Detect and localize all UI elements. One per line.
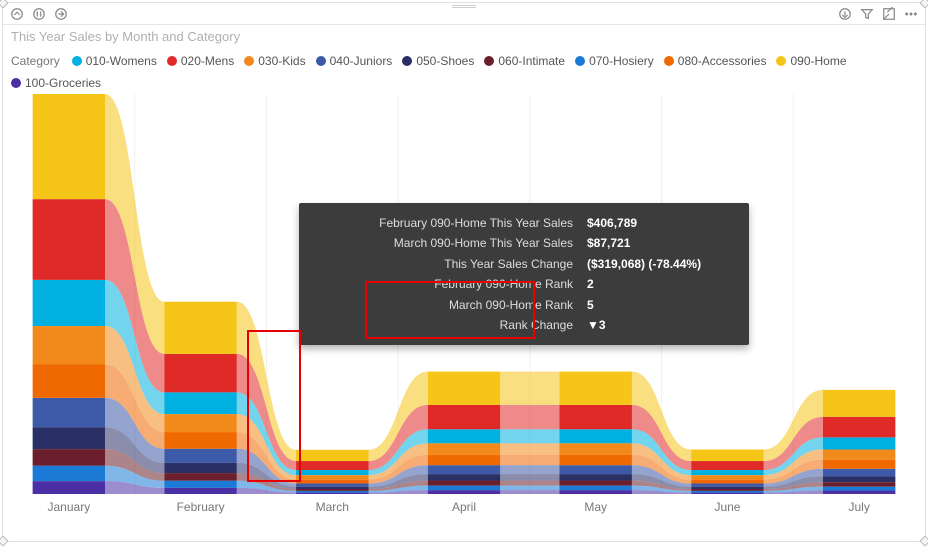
tooltip-row: This Year Sales Change ($319,068) (-78.44… xyxy=(311,254,737,274)
x-axis-label: March xyxy=(266,500,398,524)
legend-text: 050-Shoes xyxy=(416,54,474,68)
x-axis-label: April xyxy=(398,500,530,524)
tooltip-key: This Year Sales Change xyxy=(311,254,573,274)
legend-text: 010-Womens xyxy=(86,54,157,68)
visual-frame: This Year Sales by Month and Category Ca… xyxy=(2,2,926,542)
legend-item[interactable]: 080-Accessories xyxy=(664,54,767,68)
legend-swatch xyxy=(664,56,674,66)
tooltip-value: 2 xyxy=(587,274,737,294)
legend-item[interactable]: 050-Shoes xyxy=(402,54,474,68)
legend-text: 080-Accessories xyxy=(678,54,767,68)
legend-label: Category xyxy=(11,54,60,68)
legend-swatch xyxy=(72,56,82,66)
chart-title: This Year Sales by Month and Category xyxy=(3,25,925,48)
legend-item[interactable]: 090-Home xyxy=(776,54,846,68)
legend-text: 020-Mens xyxy=(181,54,234,68)
legend: Category 010-Womens 020-Mens 030-Kids 040-J… xyxy=(3,48,925,94)
tooltip-row: February 090-Home This Year Sales $406,78… xyxy=(311,213,737,233)
expand-next-level-icon[interactable] xyxy=(53,6,69,22)
legend-text: 070-Hosiery xyxy=(589,54,654,68)
tooltip-value: $87,721 xyxy=(587,233,737,253)
legend-swatch xyxy=(316,56,326,66)
legend-item[interactable]: 010-Womens xyxy=(72,54,157,68)
resize-handle-br[interactable] xyxy=(919,535,928,546)
legend-item[interactable]: 060-Intimate xyxy=(484,54,565,68)
x-axis-label: January xyxy=(3,500,135,524)
legend-swatch xyxy=(484,56,494,66)
legend-text: 040-Juniors xyxy=(330,54,393,68)
legend-item[interactable]: 030-Kids xyxy=(244,54,305,68)
legend-swatch xyxy=(776,56,786,66)
legend-swatch xyxy=(575,56,585,66)
tooltip-value: $406,789 xyxy=(587,213,737,233)
tooltip-value: ($319,068) (-78.44%) xyxy=(587,254,737,274)
tooltip-key: March 090-Home This Year Sales xyxy=(311,233,573,253)
filter-icon[interactable] xyxy=(859,6,875,22)
drill-down-icon[interactable] xyxy=(31,6,47,22)
focus-mode-icon[interactable] xyxy=(881,6,897,22)
annotation-transition-highlight xyxy=(247,330,301,482)
legend-item[interactable]: 100-Groceries xyxy=(11,76,101,90)
tooltip-row: March 090-Home This Year Sales $87,721 xyxy=(311,233,737,253)
more-options-icon[interactable] xyxy=(903,6,919,22)
x-axis: JanuaryFebruaryMarchAprilMayJuneJuly xyxy=(3,500,925,524)
legend-swatch xyxy=(11,78,21,88)
annotation-rank-highlight xyxy=(365,281,535,339)
legend-text: 090-Home xyxy=(790,54,846,68)
legend-swatch xyxy=(402,56,412,66)
legend-text: 030-Kids xyxy=(258,54,305,68)
legend-swatch xyxy=(167,56,177,66)
tooltip-value: 5 xyxy=(587,295,737,315)
tooltip-value: ▼3 xyxy=(587,315,737,335)
resize-handle-bl[interactable] xyxy=(0,535,9,546)
drag-grip-icon[interactable] xyxy=(452,5,476,9)
tooltip-key: February 090-Home This Year Sales xyxy=(311,213,573,233)
x-axis-label: June xyxy=(662,500,794,524)
x-axis-label: May xyxy=(530,500,662,524)
legend-item[interactable]: 070-Hosiery xyxy=(575,54,654,68)
export-data-icon[interactable] xyxy=(837,6,853,22)
x-axis-label: February xyxy=(135,500,267,524)
drill-up-icon[interactable] xyxy=(9,6,25,22)
legend-item[interactable]: 020-Mens xyxy=(167,54,234,68)
legend-swatch xyxy=(244,56,254,66)
legend-text: 100-Groceries xyxy=(25,76,101,90)
legend-text: 060-Intimate xyxy=(498,54,565,68)
x-axis-label: July xyxy=(793,500,925,524)
legend-item[interactable]: 040-Juniors xyxy=(316,54,393,68)
